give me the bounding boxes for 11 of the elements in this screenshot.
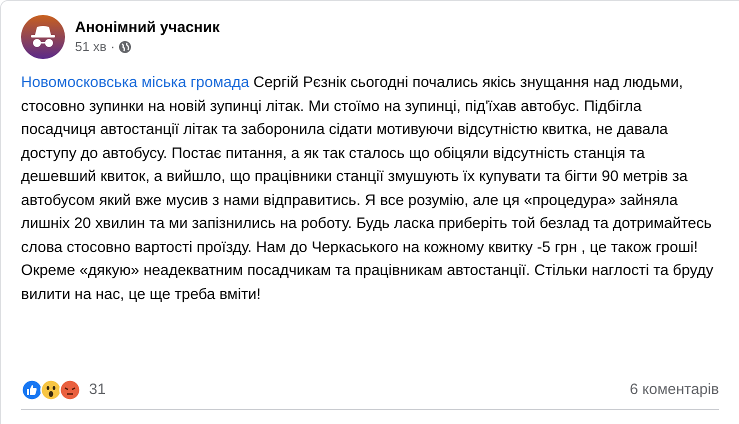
like-reaction-icon[interactable] — [21, 378, 43, 401]
separator: · — [110, 38, 115, 56]
comments-link[interactable]: 6 коментарів — [630, 378, 719, 401]
author-name[interactable]: Анонімний учасник — [75, 18, 220, 38]
reaction-count[interactable]: 31 — [89, 378, 106, 401]
post-time[interactable]: 51 хв — [75, 38, 106, 56]
incognito-avatar-icon[interactable] — [21, 15, 65, 59]
group-link[interactable]: Новомосковська міська громада — [21, 74, 250, 91]
wow-reaction-icon[interactable] — [40, 378, 62, 401]
post-text: Новомосковська міська громада Сергій Рєзнік сьогодні почались якісь знущання над людьми, стосовно зупинки на новій зупинці літак. Ми стоїмо на зупинці, під'їхав автобус. Підбігла посадчиця автостанції літак та заборонила сідати мотивуючи відсутністю квитка, не давала доступу до автобусу. Постає питання, а як так сталось що обіцяли відсутність станція та дешевший квиток, а вийшло, що працівники станції змушують їх купувати та бігти 90 метрів за автобусом який вже мусив з нами відправитись. Я все розумію, але ця «процедура» зайняла лишніх 20 хвилин та ми запізнились на роботу. Будь ласка приберіть той безлад та дотримайтесь слова стосовно вартості проїзду. Нам до Черкаського на кожному квитку -5 грн , це також гроші! Окреме «дякую» неадекватним посадчикам та працівникам автостанції. Стільки наглості та бруду вилити на нас, це ще треба вміти! — [21, 73, 714, 304]
angry-reaction-icon[interactable] — [59, 378, 81, 401]
